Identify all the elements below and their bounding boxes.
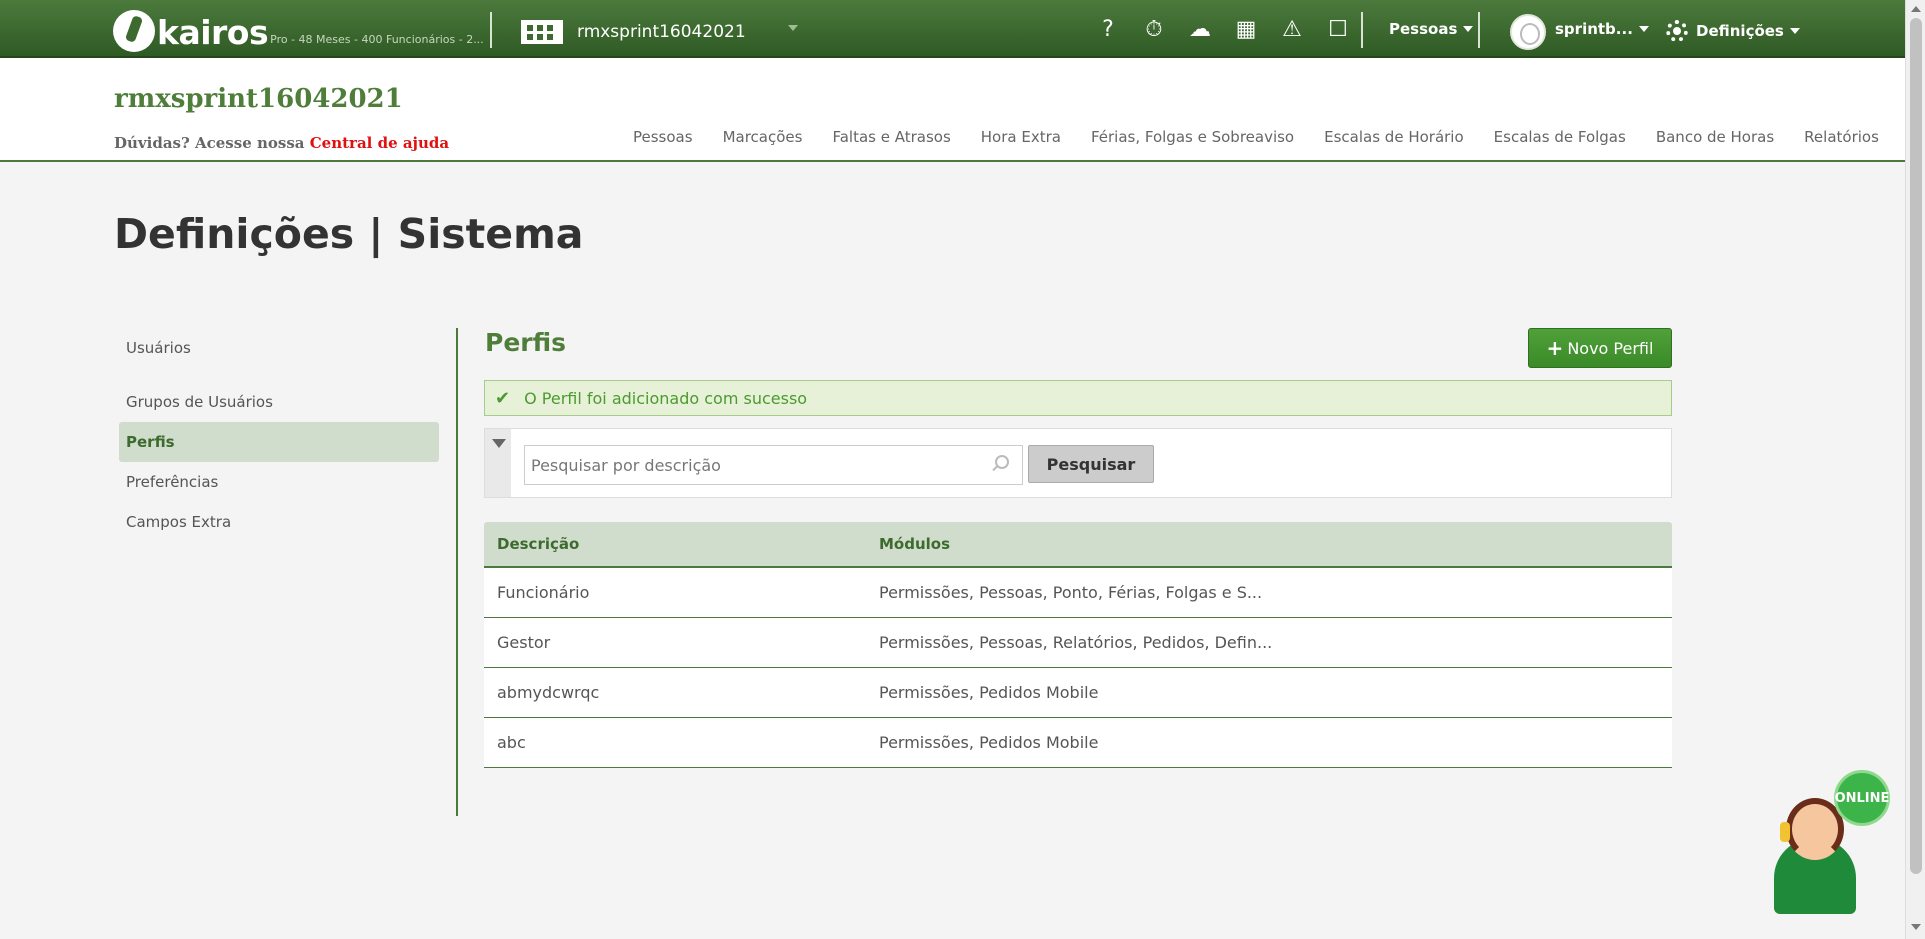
page-scrollbar[interactable] xyxy=(1905,0,1925,939)
building-icon xyxy=(521,20,563,44)
filter-toggle[interactable] xyxy=(485,429,511,497)
nav-item-escalas-horario[interactable]: Escalas de Horário xyxy=(1324,128,1464,146)
chevron-down-icon xyxy=(1463,26,1474,32)
nav-item-marcacoes[interactable]: Marcações xyxy=(723,128,803,146)
main-nav: Pessoas Marcações Faltas e Atrasos Hora … xyxy=(633,128,1879,146)
help-center-link[interactable]: Central de ajuda xyxy=(310,134,449,152)
calculator-icon[interactable]: ▦ xyxy=(1232,16,1260,44)
warning-icon[interactable]: ⚠ xyxy=(1278,16,1306,44)
plan-info: Pro - 48 Meses - 400 Funcionários - 2... xyxy=(270,33,484,46)
plus-icon: + xyxy=(1546,336,1564,360)
help-prefix: Dúvidas? Acesse nossa xyxy=(114,134,305,152)
toolbar-icons: ? ⏱ ☁ ▦ ⚠ ☐ xyxy=(1094,16,1352,44)
people-menu[interactable]: Pessoas xyxy=(1389,20,1474,38)
new-profile-button[interactable]: + Novo Perfil xyxy=(1528,328,1672,368)
sidebar-divider xyxy=(456,328,458,816)
nav-item-escalas-folgas[interactable]: Escalas de Folgas xyxy=(1494,128,1626,146)
cell-modulos: Permissões, Pedidos Mobile xyxy=(879,733,1099,752)
page-title: Definições | Sistema xyxy=(114,210,584,258)
cell-descricao: abc xyxy=(497,733,526,752)
table-header: Descrição Módulos xyxy=(484,522,1672,568)
divider xyxy=(1478,12,1480,48)
table-row[interactable]: Funcionário Permissões, Pessoas, Ponto, … xyxy=(484,568,1672,618)
success-alert: ✔ O Perfil foi adicionado com sucesso xyxy=(484,380,1672,416)
search-button[interactable]: Pesquisar xyxy=(1028,445,1154,483)
table-row[interactable]: abmydcwrqc Permissões, Pedidos Mobile xyxy=(484,668,1672,718)
user-menu-label: sprintb... xyxy=(1555,20,1633,38)
scroll-up-icon[interactable] xyxy=(1911,6,1921,12)
page-header: rmxsprint16042021 Dúvidas? Acesse nossa … xyxy=(0,58,1905,162)
cell-descricao: Funcionário xyxy=(497,583,590,602)
new-profile-label: Novo Perfil xyxy=(1567,338,1654,358)
kairos-logo[interactable]: kairos Pro - 48 Meses - 400 Funcionários… xyxy=(113,6,484,52)
people-menu-label: Pessoas xyxy=(1389,20,1458,38)
cloud-download-icon[interactable]: ☁ xyxy=(1186,16,1214,44)
column-header-modulos[interactable]: Módulos xyxy=(879,535,1672,553)
clock-check-icon[interactable]: ⏱ xyxy=(1140,16,1168,44)
cell-modulos: Permissões, Pessoas, Relatórios, Pedidos… xyxy=(879,633,1273,652)
help-text: Dúvidas? Acesse nossa Central de ajuda xyxy=(114,134,449,152)
profiles-table: Descrição Módulos Funcionário Permissões… xyxy=(484,522,1672,768)
support-chat-widget[interactable]: ONLINE xyxy=(1768,770,1892,914)
nav-item-pessoas[interactable]: Pessoas xyxy=(633,128,693,146)
search-input[interactable] xyxy=(524,445,1023,485)
sidebar-item-preferencias[interactable]: Preferências xyxy=(119,462,439,502)
nav-item-banco-horas[interactable]: Banco de Horas xyxy=(1656,128,1774,146)
settings-menu[interactable]: Definições xyxy=(1666,20,1800,42)
chevron-down-icon xyxy=(1638,26,1649,32)
nav-item-faltas[interactable]: Faltas e Atrasos xyxy=(832,128,950,146)
divider xyxy=(1361,12,1363,48)
divider xyxy=(490,12,492,48)
search-filter: Pesquisar xyxy=(484,428,1672,498)
inbox-icon[interactable]: ☐ xyxy=(1324,16,1352,44)
section-title: Perfis xyxy=(485,328,567,357)
nav-item-hora-extra[interactable]: Hora Extra xyxy=(981,128,1061,146)
table-row[interactable]: abc Permissões, Pedidos Mobile xyxy=(484,718,1672,768)
funnel-icon xyxy=(492,439,506,448)
search-icon[interactable] xyxy=(995,455,1009,469)
sidebar-item-grupos[interactable]: Grupos de Usuários xyxy=(119,382,439,422)
help-icon[interactable]: ? xyxy=(1094,16,1122,44)
cell-descricao: Gestor xyxy=(497,633,551,652)
sidebar-item-perfis[interactable]: Perfis xyxy=(119,422,439,462)
company-selector-label: rmxsprint16042021 xyxy=(577,22,746,42)
chevron-down-icon[interactable] xyxy=(788,25,798,31)
chevron-down-icon xyxy=(1789,28,1800,34)
logo-mark-icon xyxy=(113,10,155,52)
alert-message: O Perfil foi adicionado com sucesso xyxy=(524,388,808,408)
online-badge: ONLINE xyxy=(1834,770,1890,826)
cell-modulos: Permissões, Pedidos Mobile xyxy=(879,683,1099,702)
settings-menu-label: Definições xyxy=(1696,22,1784,40)
column-header-descricao[interactable]: Descrição xyxy=(484,535,879,553)
nav-item-ferias[interactable]: Férias, Folgas e Sobreaviso xyxy=(1091,128,1294,146)
cell-descricao: abmydcwrqc xyxy=(497,683,600,702)
scroll-down-icon[interactable] xyxy=(1911,924,1921,930)
table-row[interactable]: Gestor Permissões, Pessoas, Relatórios, … xyxy=(484,618,1672,668)
user-menu[interactable]: sprintb... xyxy=(1555,20,1649,38)
gear-icon xyxy=(1666,20,1688,42)
sidebar-item-campos-extra[interactable]: Campos Extra xyxy=(119,502,439,542)
logo-text: kairos xyxy=(157,13,269,52)
nav-item-relatorios[interactable]: Relatórios xyxy=(1804,128,1879,146)
cell-modulos: Permissões, Pessoas, Ponto, Férias, Folg… xyxy=(879,583,1263,602)
company-selector[interactable]: rmxsprint16042021 xyxy=(521,20,746,44)
headset-icon xyxy=(1780,822,1790,842)
top-bar: kairos Pro - 48 Meses - 400 Funcionários… xyxy=(0,0,1905,58)
avatar[interactable] xyxy=(1510,14,1546,50)
company-title: rmxsprint16042021 xyxy=(114,84,403,114)
sidebar-item-usuarios[interactable]: Usuários xyxy=(119,328,439,368)
scroll-thumb[interactable] xyxy=(1910,18,1922,874)
check-icon: ✔ xyxy=(495,387,511,409)
